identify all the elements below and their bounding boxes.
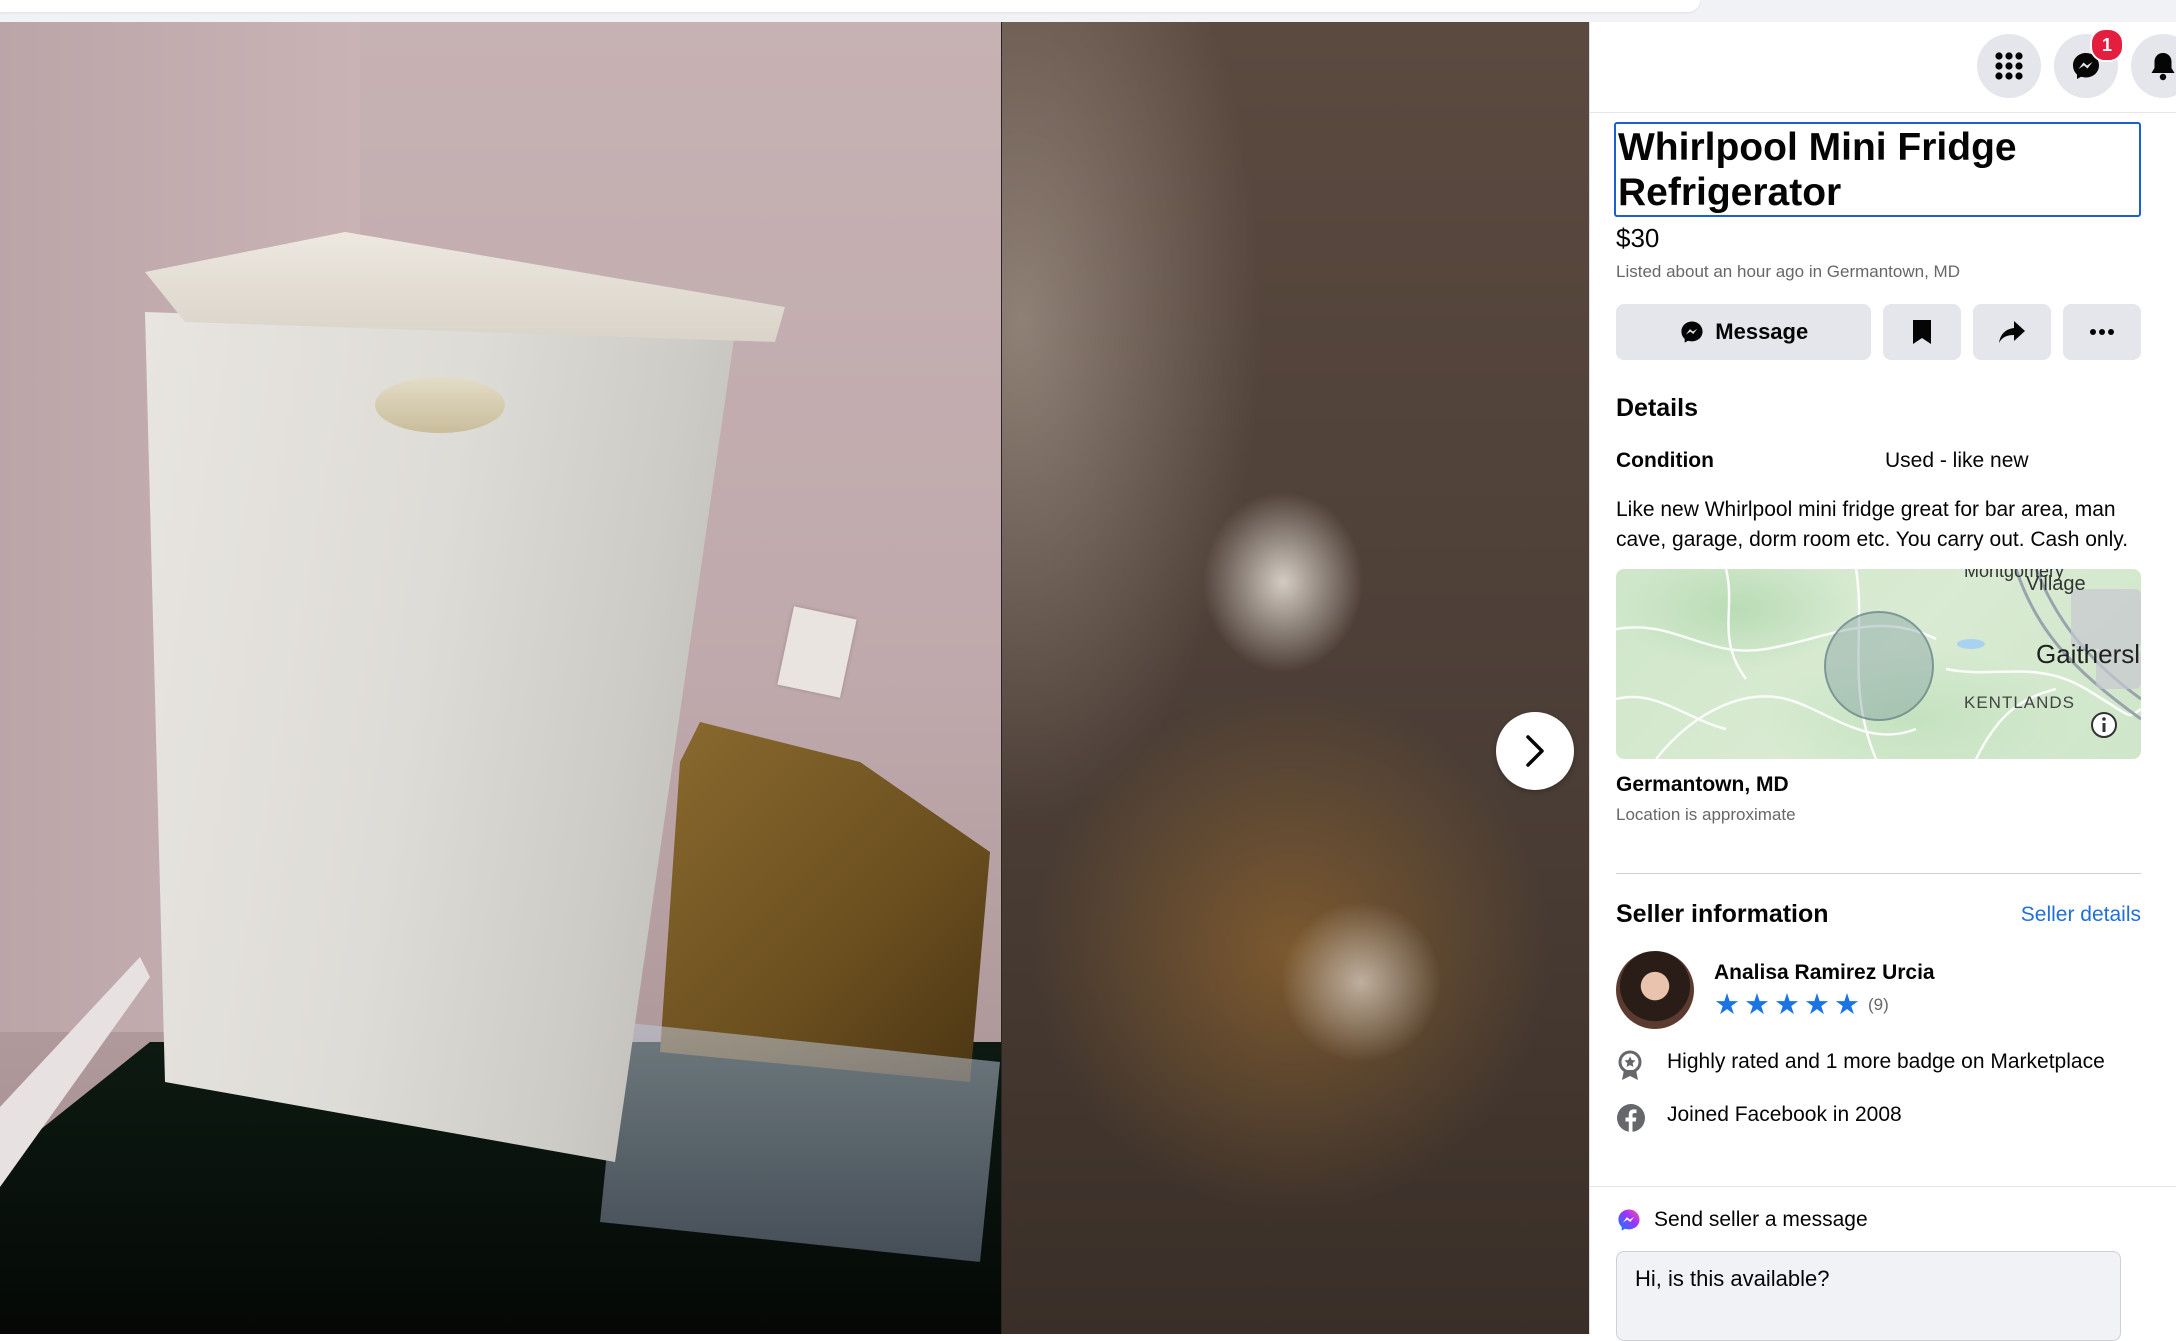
seller-message-input[interactable]: Hi, is this available?: [1616, 1251, 2121, 1341]
chevron-right-icon: [1526, 735, 1544, 767]
seller-rating: ★ ★ ★ ★ ★ (9): [1714, 988, 1935, 1021]
send-seller-message: Send seller a message: [1616, 1207, 1868, 1233]
condition-value: Used - like new: [1885, 449, 2029, 472]
photo-viewer: [0, 22, 1589, 1334]
map-label-village: Village: [2026, 573, 2086, 595]
bookmark-icon: [1913, 320, 1932, 344]
seller-joined-row: Joined Facebook in 2008: [1616, 1100, 2141, 1133]
browser-top-strip: [0, 0, 2176, 22]
details-heading: Details: [1616, 394, 1698, 422]
map-label-gaithersburg: Gaithersl: [2036, 639, 2141, 669]
rating-count: (9): [1868, 995, 1889, 1014]
messenger-icon: [1681, 321, 1703, 343]
listing-title: Whirlpool Mini Fridge Refrigerator: [1614, 122, 2141, 217]
messenger-button[interactable]: 1: [2054, 28, 2124, 98]
star-icon: ★: [1774, 988, 1800, 1021]
wall-outlet: [777, 606, 857, 698]
menu-grid-button[interactable]: [1977, 34, 2041, 98]
messenger-badge: 1: [2090, 28, 2124, 62]
browser-url-bar[interactable]: [0, 0, 1700, 12]
panel-header: 1: [1590, 22, 2176, 113]
section-divider: [1616, 873, 2141, 874]
seller-avatar[interactable]: [1616, 951, 1694, 1029]
listing-description: Like new Whirlpool mini fridge great for…: [1616, 498, 2129, 551]
condition-label: Condition: [1616, 449, 1714, 472]
next-photo-button[interactable]: [1496, 712, 1574, 790]
star-icon: ★: [1804, 988, 1830, 1021]
share-icon: [1999, 321, 2026, 343]
more-dots-icon: [2090, 329, 2115, 335]
location-note: Location is approximate: [1616, 805, 1796, 824]
seller-info-header: Seller information Seller details: [1616, 900, 2141, 929]
mini-fridge: [105, 222, 785, 1182]
seller-details-link[interactable]: Seller details: [2021, 903, 2141, 927]
share-button[interactable]: [1973, 304, 2052, 360]
listing-price: $30: [1616, 223, 1660, 253]
message-button-label: Message: [1715, 319, 1809, 344]
whirlpool-logo: [375, 377, 505, 433]
seller-joined-text: Joined Facebook in 2008: [1667, 1103, 1902, 1126]
location-map[interactable]: Montgomery Village Gaithersl KENTLANDS: [1616, 569, 2141, 759]
listing-panel: 1 Whirlpool Mini Fridge Refrigerator $30…: [1589, 22, 2176, 1341]
notifications-button[interactable]: [2131, 34, 2176, 98]
star-icon: ★: [1744, 988, 1770, 1021]
seller-badge-text: Highly rated and 1 more badge on Marketp…: [1667, 1050, 2105, 1073]
seller-info-heading: Seller information: [1616, 900, 1829, 928]
listing-details: Whirlpool Mini Fridge Refrigerator $30 L…: [1614, 122, 2142, 1133]
star-icon: ★: [1714, 988, 1740, 1021]
condition-row: Condition Used - like new: [1616, 449, 2141, 473]
action-bar: Message: [1616, 304, 2142, 360]
messenger-color-icon: [1618, 1209, 1640, 1231]
badge-icon: [1618, 1050, 1642, 1080]
map-label-kentlands: KENTLANDS: [1964, 693, 2076, 712]
listing-photo[interactable]: [0, 22, 1002, 1334]
seller-badge-row: Highly rated and 1 more badge on Marketp…: [1616, 1047, 2141, 1082]
send-seller-label: Send seller a message: [1654, 1208, 1868, 1231]
star-icon: ★: [1834, 988, 1860, 1021]
approximate-location-circle: [1824, 611, 1934, 721]
seller-name[interactable]: Analisa Ramirez Urcia: [1714, 961, 1935, 985]
menu-grid-icon: [1995, 52, 2023, 80]
notifications-bell-icon: [2151, 53, 2175, 81]
blurred-background: [1001, 22, 1589, 1334]
map-info-icon[interactable]: [2090, 711, 2118, 739]
more-options-button[interactable]: [2063, 304, 2142, 360]
message-seller-footer: Send seller a message Hi, is this availa…: [1590, 1186, 2176, 1341]
listing-time-location: Listed about an hour ago in Germantown, …: [1616, 262, 1960, 281]
location-name: Germantown, MD: [1616, 773, 1789, 796]
message-button[interactable]: Message: [1616, 304, 1872, 360]
seller-profile[interactable]: Analisa Ramirez Urcia ★ ★ ★ ★ ★ (9): [1616, 951, 2141, 1029]
facebook-icon: [1617, 1104, 1645, 1132]
save-button[interactable]: [1883, 304, 1962, 360]
